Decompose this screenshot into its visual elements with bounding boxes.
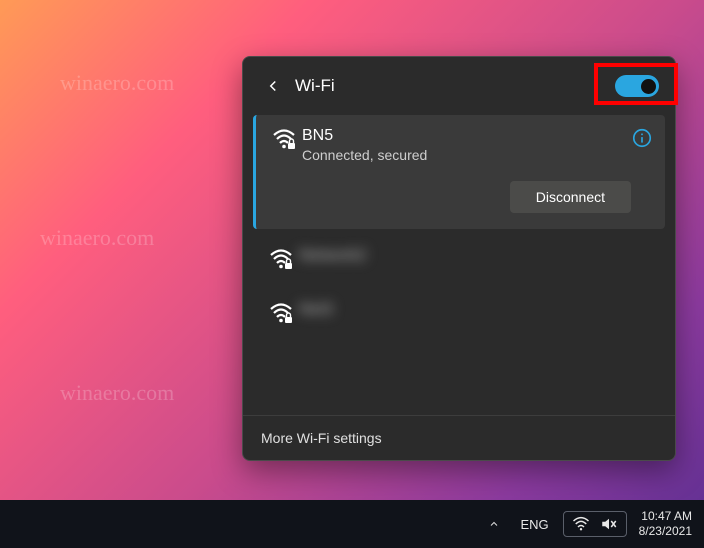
- disconnect-button[interactable]: Disconnect: [510, 181, 631, 213]
- volume-muted-icon: [600, 516, 618, 532]
- network-name-redacted: Network2: [299, 247, 655, 265]
- wifi-secured-icon: [263, 247, 299, 271]
- taskbar: ENG 10:47 AM 8/23/2021: [0, 500, 704, 548]
- language-indicator[interactable]: ENG: [520, 517, 548, 532]
- network-body: Network2: [299, 247, 655, 265]
- taskbar-date: 8/23/2021: [639, 524, 692, 539]
- wifi-secured-icon: [263, 301, 299, 325]
- tray-overflow-button[interactable]: [488, 518, 512, 530]
- wifi-toggle[interactable]: [615, 75, 659, 97]
- taskbar-clock[interactable]: 10:47 AM 8/23/2021: [639, 509, 692, 539]
- watermark: winaero.com: [40, 225, 154, 251]
- network-status: Connected, secured: [302, 147, 631, 163]
- network-name-redacted: Net3: [299, 301, 655, 319]
- network-list: BN5 Connected, secured Disconnect: [243, 115, 675, 415]
- info-icon[interactable]: [631, 127, 655, 151]
- chevron-up-icon: [488, 518, 500, 530]
- network-body: BN5 Connected, secured Disconnect: [302, 127, 631, 213]
- network-name: BN5: [302, 127, 631, 145]
- network-item[interactable]: Net3: [253, 289, 665, 337]
- wifi-icon: [572, 516, 590, 532]
- flyout-title: Wi-Fi: [295, 76, 615, 96]
- network-item[interactable]: Network2: [253, 235, 665, 283]
- wifi-flyout: Wi-Fi BN5 Connected, secured D: [242, 56, 676, 461]
- network-item-active[interactable]: BN5 Connected, secured Disconnect: [253, 115, 665, 229]
- watermark: winaero.com: [60, 70, 174, 96]
- watermark: winaero.com: [60, 380, 174, 406]
- network-body: Net3: [299, 301, 655, 319]
- system-tray[interactable]: [563, 511, 627, 537]
- toggle-knob: [641, 79, 656, 94]
- back-button[interactable]: [259, 72, 287, 100]
- taskbar-time: 10:47 AM: [639, 509, 692, 524]
- more-wifi-settings[interactable]: More Wi-Fi settings: [243, 415, 675, 460]
- wifi-secured-icon: [266, 127, 302, 151]
- arrow-left-icon: [264, 77, 282, 95]
- flyout-header: Wi-Fi: [243, 57, 675, 115]
